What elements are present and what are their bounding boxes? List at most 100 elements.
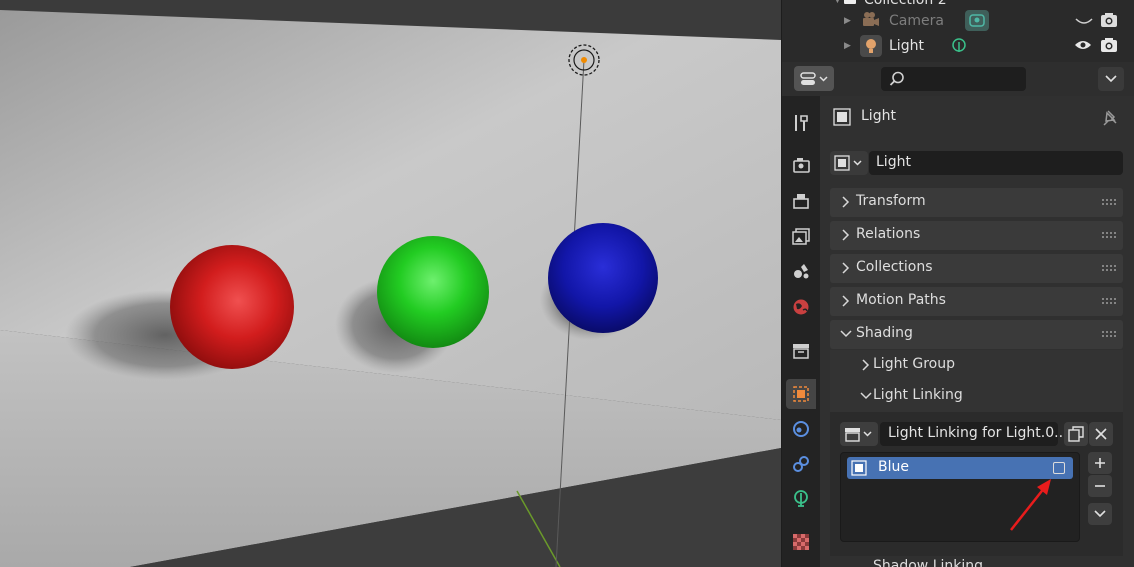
panel-transform[interactable]: Transform xyxy=(830,188,1123,217)
chevron-down-icon xyxy=(840,330,852,338)
expand-arrow-icon[interactable]: ▶ xyxy=(844,16,851,26)
modifier-tab[interactable] xyxy=(786,414,816,444)
blue-sphere[interactable] xyxy=(548,223,658,333)
panel-label: Shading xyxy=(856,325,913,341)
drag-grip-icon[interactable] xyxy=(1101,330,1117,338)
object-icon xyxy=(793,386,809,402)
duplicate-collection-button[interactable] xyxy=(1064,422,1088,446)
chevron-right-icon xyxy=(842,196,850,208)
properties-tab-bar xyxy=(782,96,820,567)
chevron-right-icon xyxy=(842,295,850,307)
outliner-item-label: Camera xyxy=(889,13,944,29)
add-item-button[interactable] xyxy=(1088,452,1112,474)
world-tab[interactable] xyxy=(786,292,816,322)
visible-eye-icon[interactable] xyxy=(1074,39,1092,55)
collection-box-icon xyxy=(793,344,809,359)
plus-icon xyxy=(1095,458,1105,468)
annotation-arrow xyxy=(1010,479,1051,531)
camera-data-icon[interactable] xyxy=(965,10,989,31)
outliner-row-light[interactable]: ▶ Light xyxy=(782,34,1134,59)
object-type-dropdown[interactable] xyxy=(830,151,868,175)
scene-icon xyxy=(794,264,809,279)
chevron-right-icon xyxy=(842,262,850,274)
object-icon xyxy=(834,155,862,171)
texture-tab[interactable] xyxy=(786,527,816,557)
object-icon xyxy=(851,460,867,476)
outliner[interactable]: ▼ Collection 2 ▶ Camera ▶ Light xyxy=(782,0,1134,62)
panel-collections[interactable]: Collections xyxy=(830,254,1123,283)
view-layer-icon xyxy=(792,228,810,245)
red-sphere[interactable] xyxy=(170,245,294,369)
collection-tab[interactable] xyxy=(786,336,816,366)
drag-grip-icon[interactable] xyxy=(1101,231,1117,239)
drag-grip-icon[interactable] xyxy=(1101,297,1117,305)
light-linking-body: Light Linking for Light.0... Blue xyxy=(830,412,1123,556)
constraint-tab[interactable] xyxy=(786,449,816,479)
search-icon xyxy=(889,71,904,86)
list-specials-dropdown[interactable] xyxy=(1088,503,1112,525)
chevron-down-icon xyxy=(1094,510,1106,518)
minus-icon xyxy=(1095,485,1105,487)
panel-motion-paths[interactable]: Motion Paths xyxy=(830,287,1123,316)
object-name-field[interactable]: Light xyxy=(869,151,1123,175)
3d-viewport[interactable] xyxy=(0,0,781,567)
tool-tab[interactable] xyxy=(786,108,816,138)
expand-arrow-icon[interactable]: ▶ xyxy=(844,41,851,51)
editor-type-dropdown[interactable] xyxy=(794,66,834,91)
green-sphere[interactable] xyxy=(377,236,489,348)
context-title: Light xyxy=(861,108,896,124)
constraint-icon xyxy=(793,456,809,472)
collection-icon xyxy=(844,0,856,4)
collection-box-icon xyxy=(845,428,872,442)
remove-item-button[interactable] xyxy=(1088,475,1112,497)
view-layer-tab[interactable] xyxy=(786,221,816,251)
link-state-toggle[interactable] xyxy=(1053,462,1065,474)
properties-search-input[interactable] xyxy=(881,67,1026,91)
world-icon xyxy=(793,299,809,315)
panel-label: Relations xyxy=(856,226,921,242)
list-item-label: Blue xyxy=(878,459,909,475)
unlink-collection-button[interactable] xyxy=(1089,422,1113,446)
properties-panel: Light Light Transform Relations Collecti… xyxy=(820,96,1134,567)
collection-browse-dropdown[interactable] xyxy=(840,422,878,446)
subpanel-light-linking[interactable]: Light Linking xyxy=(830,381,1123,412)
output-icon xyxy=(793,194,809,209)
panel-shading[interactable]: Shading xyxy=(830,320,1123,349)
checker-icon xyxy=(793,534,809,550)
drag-grip-icon[interactable] xyxy=(1101,198,1117,206)
subpanel-shadow-linking[interactable]: Shadow Linking xyxy=(830,556,1123,567)
hidden-eye-icon[interactable] xyxy=(1075,15,1093,31)
light-object-icon xyxy=(860,35,882,57)
light-linking-collection-field[interactable]: Light Linking for Light.0... xyxy=(880,422,1068,446)
panel-relations[interactable]: Relations xyxy=(830,221,1123,250)
scene-tab[interactable] xyxy=(786,256,816,286)
render-tab[interactable] xyxy=(786,150,816,180)
subpanel-light-group[interactable]: Light Group xyxy=(830,350,1123,381)
options-dropdown[interactable] xyxy=(1098,67,1124,91)
panel-label: Motion Paths xyxy=(856,292,946,308)
light-data-icon[interactable] xyxy=(950,37,968,59)
close-icon xyxy=(1095,428,1107,440)
object-tab[interactable] xyxy=(786,379,816,409)
tool-icon xyxy=(795,115,808,131)
object-data-tab[interactable] xyxy=(786,484,816,514)
chevron-right-icon xyxy=(842,229,850,241)
drag-grip-icon[interactable] xyxy=(1101,264,1117,272)
collection-label: Collection 2 xyxy=(864,0,947,8)
subpanel-label: Shadow Linking xyxy=(873,558,984,567)
render-camera-icon[interactable] xyxy=(1100,12,1118,32)
render-camera-icon[interactable] xyxy=(1100,37,1118,57)
subpanel-label: Light Linking xyxy=(873,387,963,403)
duplicate-icon xyxy=(1068,426,1084,442)
object-icon xyxy=(833,108,851,126)
viewport-scene[interactable] xyxy=(0,0,781,567)
chevron-down-icon xyxy=(1105,75,1117,83)
output-tab[interactable] xyxy=(786,186,816,216)
outliner-item-label: Light xyxy=(889,38,924,54)
camera-object-icon xyxy=(862,11,880,33)
physics-icon xyxy=(793,421,809,437)
panel-label: Collections xyxy=(856,259,933,275)
chevron-right-icon xyxy=(862,359,870,371)
outliner-row-camera[interactable]: ▶ Camera xyxy=(782,9,1134,34)
pin-icon[interactable] xyxy=(1102,109,1120,127)
